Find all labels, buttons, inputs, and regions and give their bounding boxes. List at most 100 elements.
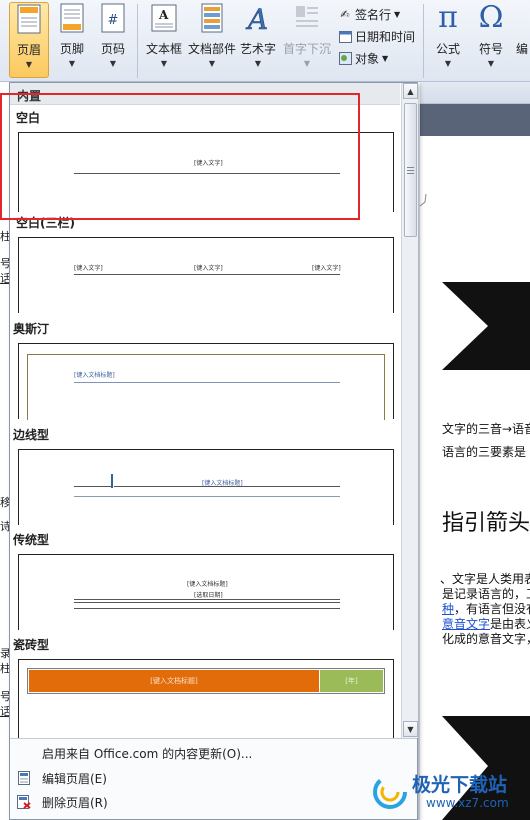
placeholder-text: [键入文字] <box>194 160 223 167</box>
placeholder-text: [键入文字] <box>74 265 103 272</box>
chevron-down-icon: ▼ <box>254 59 262 68</box>
quick-parts-button[interactable]: 文档部件 ▼ <box>187 2 237 78</box>
doc-line-1: 文字的三音→语音 <box>442 422 530 436</box>
symbol-label: 符号 <box>478 42 503 56</box>
doc-link-1[interactable]: 种 <box>442 602 454 616</box>
number-button[interactable]: 编 <box>514 2 530 78</box>
footer-icon <box>57 2 87 34</box>
placeholder-text: [键入文字] <box>194 265 223 272</box>
watermark-url: www.xz7.com <box>426 796 509 810</box>
watermark-swirl-icon <box>373 775 407 809</box>
number-label: 编 <box>515 42 528 56</box>
textbox-button[interactable]: A 文本框 ▼ <box>143 2 185 78</box>
gallery-scrollbar[interactable]: ▲ ▼ <box>401 83 418 738</box>
scroll-down-button[interactable]: ▼ <box>403 721 418 737</box>
chevron-down-icon: ▼ <box>208 59 216 68</box>
chevron-down-icon: ▼ <box>303 59 311 68</box>
grip-line <box>407 173 414 174</box>
gallery-item-title: 奥斯汀 <box>13 322 50 336</box>
placeholder-text: [键入文档标题] <box>150 677 198 685</box>
tiles-year-block: [年] <box>320 670 383 692</box>
chevron-down-icon: ▼ <box>444 59 452 68</box>
date-time-button[interactable]: 日期和时间 <box>338 28 415 45</box>
symbol-button[interactable]: Ω 符号 ▼ <box>471 2 511 78</box>
footer-button[interactable]: 页脚 ▼ <box>52 2 92 78</box>
chevron-down-icon: ▼ <box>109 59 117 68</box>
edit-header-icon <box>10 771 38 785</box>
ribbon: 页眉 ▼ 页脚 ▼ # 页码 ▼ A 文本框 ▼ 文档部件 ▼ A 艺术字 ▼ … <box>0 0 530 82</box>
doc-link-2[interactable]: 意音文字 <box>442 617 490 631</box>
placeholder-text: [键入文档标题] <box>74 372 115 379</box>
header-icon <box>14 3 44 35</box>
document-ruler-band <box>420 104 530 136</box>
quick-parts-icon <box>197 2 227 34</box>
equation-label: 公式 <box>435 42 460 56</box>
dropcap-label: 首字下沉 <box>282 42 331 56</box>
gallery-item-blank[interactable]: [键入文字] <box>18 132 394 212</box>
date-time-label: 日期和时间 <box>355 30 416 44</box>
edit-header-item[interactable]: 编辑页眉(E) <box>10 767 417 789</box>
remove-header-icon <box>10 795 38 809</box>
header-rule <box>74 486 112 487</box>
number-icon <box>514 2 530 34</box>
quick-parts-label: 文档部件 <box>187 42 236 56</box>
chevron-down-icon: ▼ <box>487 59 495 68</box>
gallery-menu: 启用来自 Office.com 的内容更新(O)... 编辑页眉(E) 删除页眉… <box>10 738 417 819</box>
doc-para-3-text: ，有语言但没有 <box>454 602 530 616</box>
arrow-down-icon: ▼ <box>407 724 414 734</box>
header-rule <box>114 486 340 487</box>
chevron-down-icon: ▼ <box>160 59 168 68</box>
calendar-icon <box>338 30 352 44</box>
document-page[interactable] <box>420 136 530 820</box>
placeholder-text: [键入文字] <box>312 265 341 272</box>
page-number-label: 页码 <box>100 42 125 56</box>
textbox-icon: A <box>149 2 179 34</box>
gallery-item-conservative[interactable]: [键入文档标题] [选取日期] <box>18 554 394 630</box>
sideline-mark <box>111 474 113 488</box>
wordart-icon: A <box>243 2 273 34</box>
update-office-content-label: 启用来自 Office.com 的内容更新(O)... <box>42 746 253 761</box>
update-office-content-item[interactable]: 启用来自 Office.com 的内容更新(O)... <box>10 742 417 764</box>
scroll-up-button[interactable]: ▲ <box>403 83 418 99</box>
svg-text:#: # <box>108 13 119 28</box>
ribbon-separator <box>423 4 424 78</box>
object-label: 对象 <box>355 52 380 66</box>
gallery-item-tiles[interactable]: [键入文档标题] [年] <box>18 659 394 738</box>
gallery-item-sideline[interactable]: [键入文档标题] <box>18 449 394 525</box>
textbox-label: 文本框 <box>145 42 182 56</box>
object-button[interactable]: 对象 ▼ <box>338 50 388 67</box>
watermark-logo: 极光下载站 www.xz7.com <box>370 766 530 820</box>
wordart-button[interactable]: A 艺术字 ▼ <box>239 2 277 78</box>
gallery-item-austin[interactable]: [键入文档标题] <box>18 343 394 420</box>
header-rule <box>74 382 340 383</box>
dropcap-button[interactable]: 首字下沉 ▼ <box>281 2 333 78</box>
page-number-button[interactable]: # 页码 ▼ <box>95 2 131 78</box>
header-rule <box>74 599 340 600</box>
chevron-down-icon: ▼ <box>394 10 401 19</box>
chevron-down-icon: ▼ <box>68 59 76 68</box>
header-button[interactable]: 页眉 ▼ <box>9 2 49 78</box>
arrow-shapes <box>420 193 530 820</box>
placeholder-text: [选取日期] <box>194 592 223 599</box>
remove-header-item[interactable]: 删除页眉(R) <box>10 791 417 813</box>
grip-line <box>407 167 414 168</box>
signature-line-button[interactable]: ✍ 签名行 ▼ <box>338 6 400 23</box>
section-header-builtin: 内置 <box>10 83 400 105</box>
placeholder-text: [年] <box>345 677 358 685</box>
chevron-down-icon: ▼ <box>382 54 389 63</box>
watermark-title: 极光下载站 <box>412 774 508 796</box>
dropcap-icon <box>292 2 322 34</box>
scroll-thumb[interactable] <box>404 103 417 237</box>
edit-header-label: 编辑页眉(E) <box>42 771 107 786</box>
tiles-title-block: [键入文档标题] <box>29 670 319 692</box>
gallery-item-title: 空白(三栏) <box>16 216 75 230</box>
omega-icon: Ω <box>478 0 504 35</box>
doc-para-5: 化成的意音文字， <box>442 632 530 646</box>
equation-button[interactable]: π 公式 ▼ <box>428 2 468 78</box>
header-rule <box>74 602 340 603</box>
gallery-item-blank-three-column[interactable]: [键入文字] [键入文字] [键入文字] <box>18 237 394 313</box>
arrow-up-icon: ▲ <box>407 86 414 96</box>
chevron-down-icon: ▼ <box>25 60 33 69</box>
ribbon-separator <box>137 4 138 78</box>
header-rule <box>74 173 340 174</box>
